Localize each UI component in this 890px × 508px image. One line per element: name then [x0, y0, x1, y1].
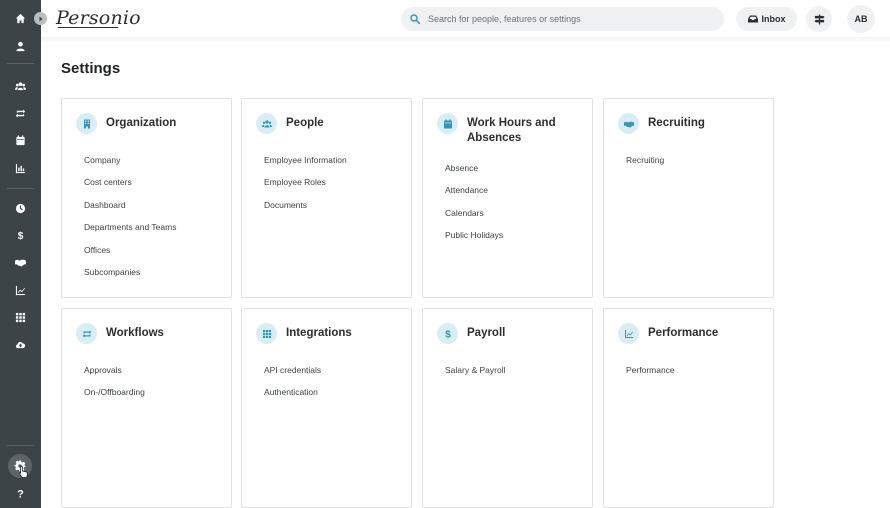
settings-link[interactable]: Documents — [264, 199, 347, 221]
settings-link[interactable]: Departments and Teams — [84, 221, 176, 243]
grid-icon[interactable] — [0, 304, 41, 330]
handshake-icon[interactable] — [0, 249, 41, 275]
cloud-upload-icon[interactable] — [0, 331, 41, 357]
sidebar: $ ? — [0, 0, 41, 508]
settings-link[interactable]: Calendars — [445, 207, 503, 229]
user-icon[interactable] — [0, 33, 41, 59]
card-links: Approvals On-/Offboarding — [84, 364, 145, 409]
settings-link[interactable]: Company — [84, 154, 176, 176]
card-title: Payroll — [467, 327, 506, 339]
search-bar[interactable] — [401, 7, 724, 31]
header-shadow — [41, 37, 890, 43]
chart-line-icon[interactable] — [0, 277, 41, 303]
page-title: Settings — [61, 60, 121, 77]
settings-link[interactable]: Authentication — [264, 386, 321, 408]
card-links: Company Cost centers Dashboard Departmen… — [84, 154, 176, 288]
svg-text:?: ? — [17, 488, 24, 498]
chart-line-icon — [618, 323, 639, 344]
card-header: Integrations — [256, 323, 404, 344]
sidebar-divider — [7, 63, 34, 64]
card-title: Performance — [648, 327, 719, 339]
settings-link[interactable]: Attendance — [445, 184, 503, 206]
dollar-icon: $ — [437, 323, 458, 344]
building-icon — [76, 113, 97, 134]
bar-chart-icon[interactable] — [0, 155, 41, 181]
svg-text:$: $ — [18, 231, 24, 241]
avatar[interactable]: AB — [847, 5, 875, 33]
card-header: Organization — [76, 113, 224, 134]
settings-link[interactable]: Public Holidays — [445, 229, 503, 251]
card-header: Performance — [618, 323, 766, 344]
settings-link[interactable]: On-/Offboarding — [84, 386, 145, 408]
settings-link[interactable]: Employee Roles — [264, 176, 347, 198]
settings-card-work-hours: Work Hours and Absences Absence Attendan… — [422, 98, 593, 298]
settings-link[interactable]: Performance — [626, 364, 675, 386]
settings-link[interactable]: Dashboard — [84, 199, 176, 221]
card-title: Recruiting — [648, 117, 705, 129]
card-title: People — [286, 117, 324, 129]
logo-underline — [58, 27, 118, 28]
hand-cursor-icon — [19, 466, 28, 478]
settings-link[interactable]: Subcompanies — [84, 266, 176, 288]
card-links: API credentials Authentication — [264, 364, 321, 409]
sidebar-collapse-button[interactable] — [34, 12, 47, 25]
signpost-icon[interactable] — [806, 6, 832, 32]
app: $ ? Personio Inbox — [0, 0, 890, 508]
inbox-button[interactable]: Inbox — [736, 7, 797, 31]
card-title: Integrations — [286, 327, 352, 339]
repeat-icon — [76, 323, 97, 344]
inbox-icon — [747, 15, 758, 23]
card-header: Recruiting — [618, 113, 766, 134]
repeat-icon[interactable] — [0, 100, 41, 126]
settings-card-integrations: Integrations API credentials Authenticat… — [241, 308, 412, 508]
settings-card-payroll: $ Payroll Salary & Payroll — [422, 308, 593, 508]
card-header: People — [256, 113, 404, 134]
people-icon[interactable] — [0, 73, 41, 99]
personio-logo[interactable]: Personio — [56, 7, 141, 29]
search-icon — [410, 14, 420, 24]
settings-link[interactable]: Absence — [445, 162, 503, 184]
svg-text:$: $ — [445, 329, 451, 338]
calendar-icon — [437, 113, 458, 134]
settings-card-workflows: Workflows Approvals On-/Offboarding — [61, 308, 232, 508]
sidebar-divider — [7, 445, 34, 446]
settings-link[interactable]: Employee Information — [264, 154, 347, 176]
settings-link[interactable]: Salary & Payroll — [445, 364, 505, 386]
card-header: $ Payroll — [437, 323, 585, 344]
clock-icon[interactable] — [0, 195, 41, 221]
card-links: Recruiting — [626, 154, 664, 176]
settings-link[interactable]: Cost centers — [84, 176, 176, 198]
inbox-label: Inbox — [761, 14, 786, 24]
card-title: Work Hours and Absences — [467, 117, 556, 144]
grid-icon — [256, 323, 277, 344]
settings-card-performance: Performance Performance — [603, 308, 774, 508]
settings-link[interactable]: Approvals — [84, 364, 145, 386]
search-input[interactable] — [428, 14, 708, 24]
help-icon[interactable]: ? — [0, 480, 41, 506]
settings-link[interactable]: API credentials — [264, 364, 321, 386]
card-links: Performance — [626, 364, 675, 386]
card-links: Employee Information Employee Roles Docu… — [264, 154, 347, 221]
dollar-icon[interactable]: $ — [0, 222, 41, 248]
avatar-initials: AB — [854, 14, 868, 24]
card-links: Absence Attendance Calendars Public Holi… — [445, 162, 503, 252]
handshake-icon — [618, 113, 639, 134]
card-title: Workflows — [106, 327, 164, 339]
card-title: Organization — [106, 117, 177, 129]
settings-link[interactable]: Recruiting — [626, 154, 664, 176]
card-header: Workflows — [76, 323, 224, 344]
card-header: Work Hours and Absences — [437, 113, 585, 146]
card-links: Salary & Payroll — [445, 364, 505, 386]
people-icon — [256, 113, 277, 134]
sidebar-divider — [7, 188, 34, 189]
settings-card-people: People Employee Information Employee Rol… — [241, 98, 412, 298]
settings-card-recruiting: Recruiting Recruiting — [603, 98, 774, 298]
settings-link[interactable]: Offices — [84, 244, 176, 266]
calendar-icon[interactable] — [0, 127, 41, 153]
settings-card-organization: Organization Company Cost centers Dashbo… — [61, 98, 232, 298]
